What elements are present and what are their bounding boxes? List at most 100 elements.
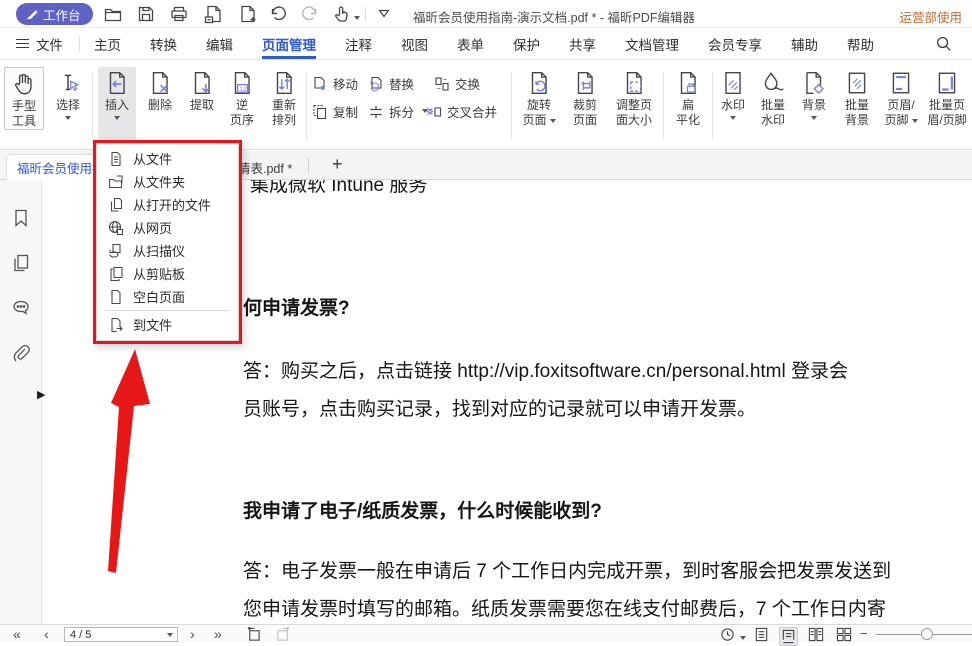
menu-item-blank-page[interactable]: 空白页面 [97,285,238,308]
tab-doc-management[interactable]: 文档管理 [625,28,679,59]
touch-mode-caret-icon[interactable] [354,16,360,20]
tab-edit[interactable]: 编辑 [206,28,233,59]
page-remove-icon[interactable] [203,4,223,24]
cross-merge-icon [426,104,442,120]
from-open-files-icon [108,197,124,213]
account-label[interactable]: 运营部使用 [899,7,962,26]
tab-help[interactable]: 帮助 [847,28,874,59]
tab-page-management[interactable]: 页面管理 [262,28,316,59]
select-caret-icon [65,116,71,120]
flatten-button[interactable]: 扁 平化 [668,67,708,128]
rotate-pages-button[interactable]: 旋转 页面 [517,67,561,128]
new-tab-button[interactable]: + [326,152,349,177]
tab-form[interactable]: 表单 [457,28,484,59]
collapse-toolbar-icon[interactable] [375,4,395,24]
previous-view-icon[interactable] [246,627,261,642]
watermark-button[interactable]: 水印 [716,67,750,120]
copy-icon [312,104,328,120]
replace-button[interactable]: 替换 [368,74,414,93]
menu-item-from-scanner[interactable]: 从扫描仪 [97,239,238,262]
insert-button[interactable]: 插入 [98,67,136,147]
swap-button[interactable]: 交换 [434,74,480,93]
redo-icon[interactable] [300,4,320,24]
batch-watermark-icon [760,70,786,96]
tab-view[interactable]: 视图 [401,28,428,59]
watermark-icon [720,70,746,96]
batch-watermark-button[interactable]: 批量 水印 [754,67,792,128]
to-file-icon [108,317,124,333]
clock-caret-icon[interactable] [740,636,746,640]
facing-view-icon[interactable] [808,627,824,642]
extract-button[interactable]: 提取 [183,67,221,113]
background-button[interactable]: 背景 [797,67,831,120]
ribbon: 手型 工具 选择 插入 删除 提取 12 逆 页序 重新 排列 移动 复制 [0,61,972,150]
auto-scroll-clock-icon[interactable] [720,627,735,642]
crop-pages-button[interactable]: 裁剪 页面 [565,67,605,128]
file-menu[interactable]: 文件 [16,34,63,54]
resize-pages-button[interactable]: 调整页 面大小 [609,67,659,128]
question-2-heading: 我申请了电子/纸质发票，什么时候能收到? [243,496,602,523]
comments-panel-icon[interactable] [11,298,31,318]
delete-button[interactable]: 删除 [141,67,179,113]
tab-home[interactable]: 主页 [94,28,121,59]
tab-member-exclusive[interactable]: 会员专享 [708,28,762,59]
next-view-icon[interactable] [276,627,291,642]
file-menu-label: 文件 [36,34,63,54]
touch-mode-icon[interactable] [331,4,359,24]
select-button[interactable]: 选择 [48,67,88,120]
split-button[interactable]: 拆分 [368,102,428,121]
undo-icon[interactable] [268,4,288,24]
tab-protect[interactable]: 保护 [513,28,540,59]
background-caret-icon [811,116,817,120]
from-web-icon [108,220,124,236]
zoom-out-button[interactable]: − [860,626,868,641]
cross-merge-button[interactable]: 交叉合并 [426,102,497,121]
move-button[interactable]: 移动 [312,74,358,93]
rearrange-button[interactable]: 重新 排列 [264,67,304,128]
workspace-button[interactable]: 工作台 [16,3,93,25]
print-icon[interactable] [169,4,189,24]
split-icon [368,104,384,120]
menu-item-to-file[interactable]: 到文件 [97,313,238,336]
last-page-button[interactable]: » [214,625,222,643]
menu-item-from-web[interactable]: 从网页 [97,216,238,239]
document-tab-2[interactable]: 清表.pdf * [238,158,292,177]
from-scanner-icon [108,243,124,259]
batch-background-button[interactable]: 批量 背景 [838,67,876,128]
next-page-button[interactable]: › [190,625,195,643]
menu-item-from-clipboard[interactable]: 从剪贴板 [97,262,238,285]
hand-tool-button[interactable]: 手型 工具 [4,67,44,130]
menu-item-from-file[interactable]: 从文件 [97,147,238,170]
replace-icon [368,76,384,92]
tab-share[interactable]: 共享 [569,28,596,59]
tab-accessibility[interactable]: 辅助 [791,28,818,59]
menu-item-from-folder[interactable]: 从文件夹 [97,170,238,193]
search-icon[interactable] [935,35,952,52]
bookmarks-panel-icon[interactable] [11,208,31,228]
open-file-icon[interactable] [103,4,123,24]
facing-continuous-view-icon[interactable] [836,627,852,642]
zoom-slider-handle[interactable] [921,628,933,640]
header-footer-button[interactable]: 页眉/ 页脚 [880,67,922,128]
continuous-view-icon[interactable] [779,627,798,646]
batch-header-footer-button[interactable]: 批量页 眉/页脚 [924,67,970,128]
first-page-button[interactable]: « [13,625,21,643]
menu-item-from-open-files[interactable]: 从打开的文件 [97,193,238,216]
page-number-combo[interactable]: 4 / 5 [64,627,178,642]
hand-icon [11,71,37,97]
sidebar-expand-icon[interactable]: ▶ [37,388,45,401]
copy-button[interactable]: 复制 [312,102,358,121]
tab-convert[interactable]: 转换 [150,28,177,59]
previous-page-button[interactable]: ‹ [44,625,49,643]
reverse-order-button[interactable]: 12 逆 页序 [224,67,260,128]
resize-pages-icon [621,70,647,96]
page-add-icon[interactable] [237,4,257,24]
insert-caret-icon [114,116,120,120]
save-icon[interactable] [136,4,156,24]
attachments-panel-icon[interactable] [11,343,31,363]
pages-panel-icon[interactable] [11,253,31,273]
crop-pages-icon [572,70,598,96]
hamburger-icon [16,39,29,48]
single-page-view-icon[interactable] [754,627,769,642]
tab-comment[interactable]: 注释 [345,28,372,59]
